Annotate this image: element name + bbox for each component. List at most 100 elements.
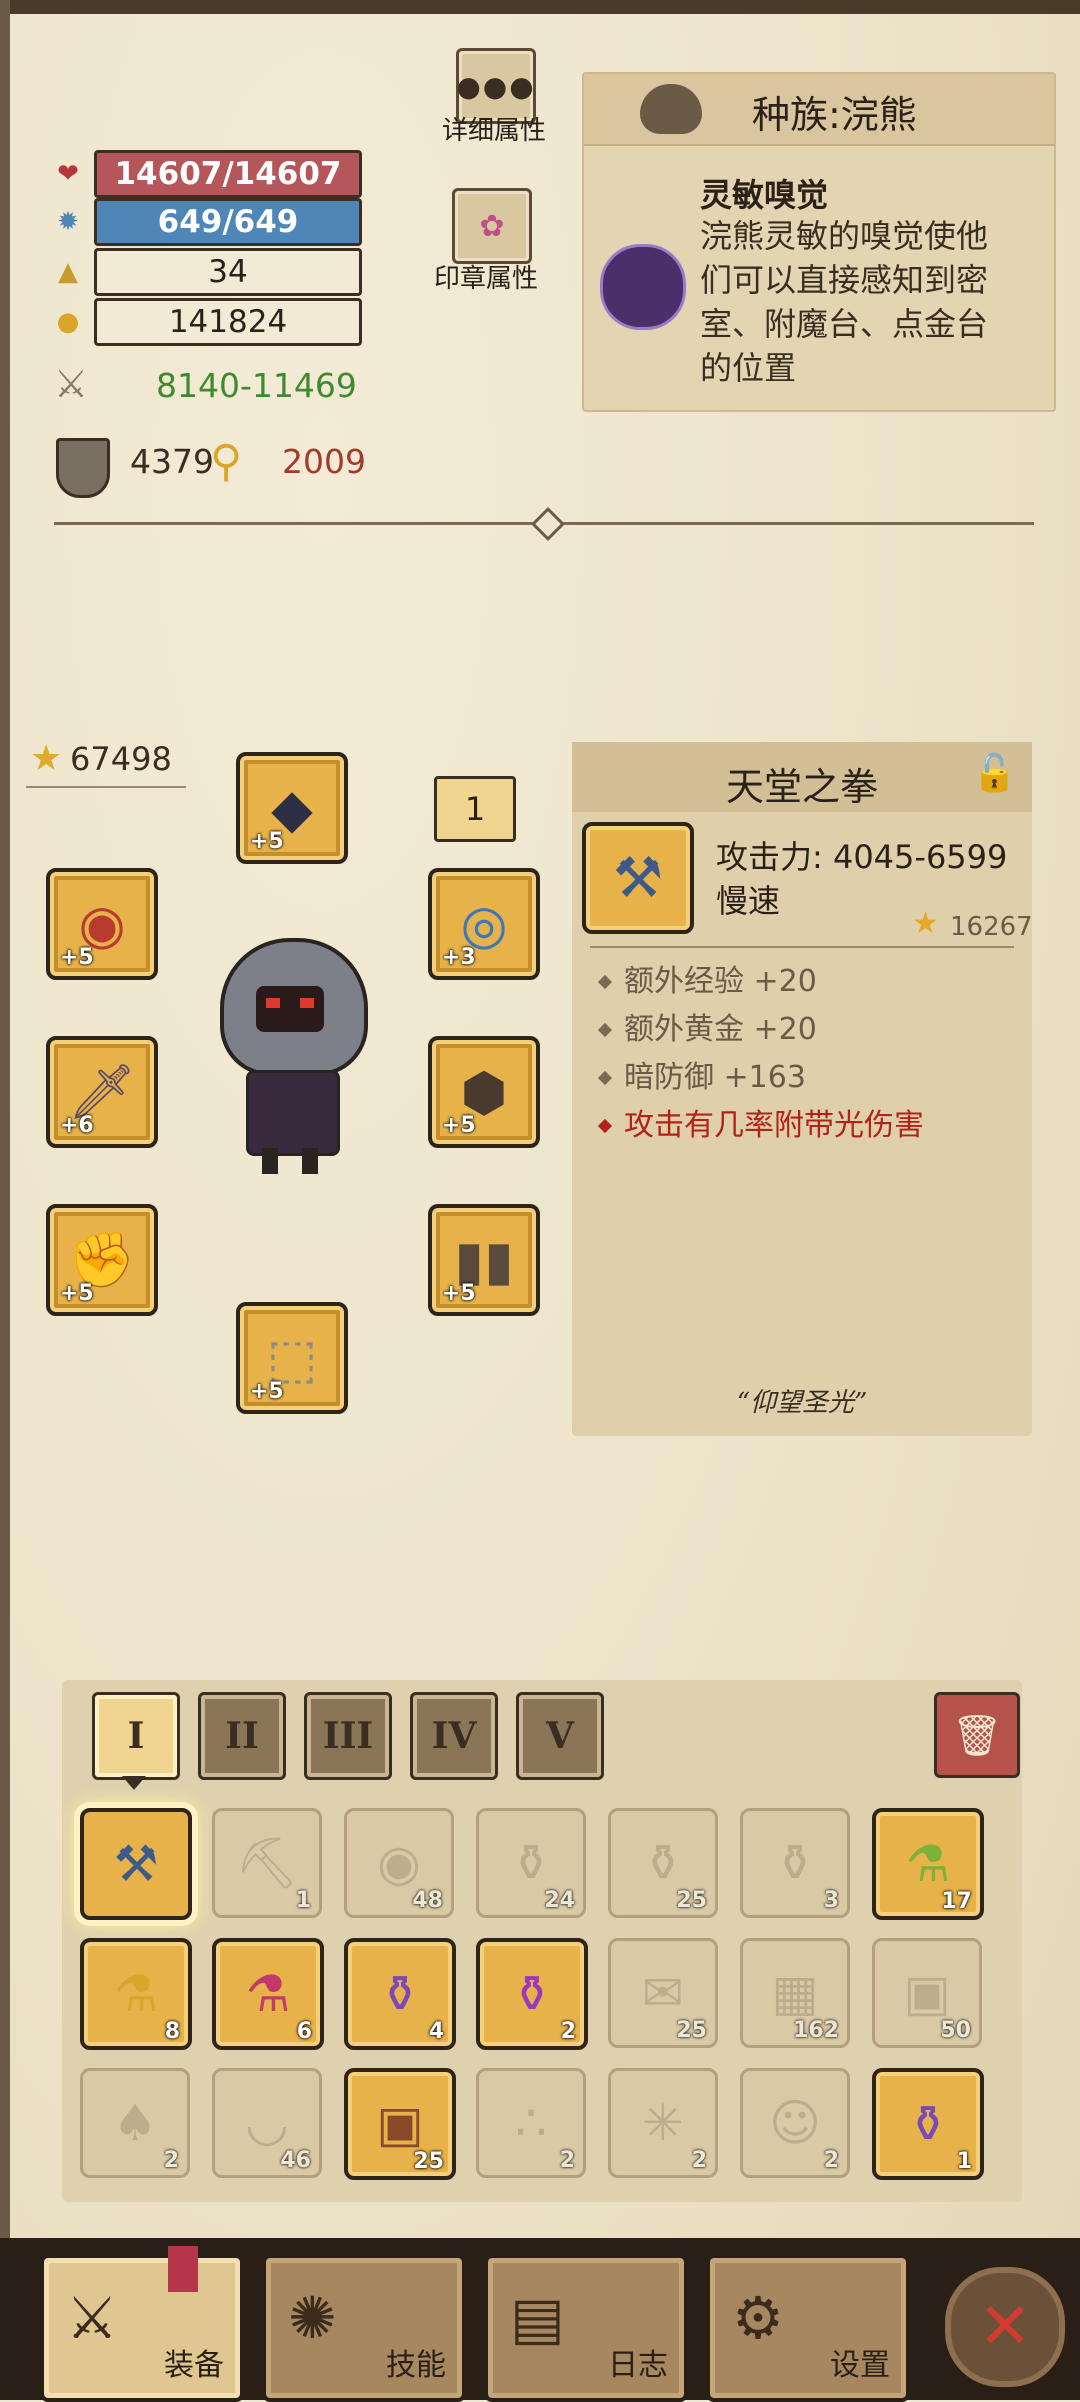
ability-icon bbox=[600, 244, 686, 330]
tab-page-2[interactable]: II bbox=[198, 1692, 286, 1780]
ability-desc: 浣熊灵敏的嗅觉使他们可以直接感知到密室、附魔台、点金台的位置 bbox=[700, 217, 989, 387]
close-button[interactable]: ✕ bbox=[940, 2262, 1070, 2392]
bowl-icon: ◡ bbox=[245, 2094, 289, 2152]
skill-compass-icon: ✺ bbox=[288, 2284, 337, 2352]
inventory-slot[interactable]: ▣ 25 bbox=[344, 2068, 456, 2180]
tab-page-3[interactable]: III bbox=[304, 1692, 392, 1780]
item-prop-gold: 额外黄金 +20 bbox=[597, 1004, 817, 1048]
mp-bar: 649/649 bbox=[94, 198, 362, 246]
detail-attrs-label[interactable]: 详细属性 bbox=[424, 110, 564, 147]
item-count: 2 bbox=[163, 2148, 179, 2173]
inventory-slot[interactable]: ⚱ 3 bbox=[740, 1808, 850, 1918]
inventory-slot[interactable]: ⚱ 2 bbox=[476, 1938, 588, 2050]
doll-icon: ☺ bbox=[768, 2094, 822, 2152]
item-count: 46 bbox=[280, 2148, 311, 2173]
inventory-slot[interactable]: ☺ 2 bbox=[740, 2068, 850, 2178]
gear-score-star-icon: ★ bbox=[30, 738, 63, 779]
inventory-slot[interactable]: ▦ 162 bbox=[740, 1938, 850, 2048]
ring-level: +3 bbox=[442, 945, 476, 970]
item-count: 2 bbox=[691, 2148, 707, 2173]
nav-log-label: 日志 bbox=[608, 2348, 668, 2383]
item-count: 1 bbox=[956, 2149, 972, 2174]
nav-skills-label: 技能 bbox=[386, 2348, 446, 2383]
unlock-icon[interactable]: 🔓 bbox=[972, 752, 1018, 798]
legs-slot[interactable]: ▮▮ +5 bbox=[428, 1204, 540, 1316]
axe-icon: ⚔ bbox=[66, 2284, 118, 2352]
treasure-chest-icon: ▣ bbox=[376, 2095, 424, 2153]
race-header: 种族:浣熊 bbox=[584, 74, 1054, 146]
inventory-slot[interactable]: ⚱ 1 bbox=[872, 2068, 984, 2180]
armor-value: 4379 bbox=[130, 442, 214, 481]
heart-icon: ❤ bbox=[57, 159, 79, 189]
item-count: 2 bbox=[559, 2148, 575, 2173]
item-count: 25 bbox=[676, 2018, 707, 2043]
inventory-slot[interactable]: ◉ 48 bbox=[344, 1808, 454, 1918]
hammer-icon: ⚒ bbox=[582, 822, 694, 934]
seal-attrs-button[interactable]: ✿ bbox=[452, 188, 532, 264]
nav-equip-label: 装备 bbox=[164, 2348, 224, 2383]
tab-page-5[interactable]: V bbox=[516, 1692, 604, 1780]
left-border bbox=[0, 0, 10, 2400]
weapon-level: +6 bbox=[60, 1113, 94, 1138]
gear-icon: ⚙ bbox=[732, 2284, 784, 2352]
item-count: 1 bbox=[295, 1888, 311, 1913]
item-speed: 慢速 bbox=[716, 882, 781, 920]
item-divider bbox=[590, 946, 1014, 948]
nav-skills-button[interactable]: ✺ 技能 bbox=[262, 2254, 466, 2402]
item-count: 162 bbox=[793, 2018, 839, 2043]
nav-settings-button[interactable]: ⚙ 设置 bbox=[706, 2254, 910, 2402]
stone-icon: ▦ bbox=[771, 1964, 819, 2022]
ring-slot[interactable]: ◎ +3 bbox=[428, 868, 540, 980]
magic-resist-value: 2009 bbox=[282, 442, 366, 481]
nav-equip-button[interactable]: ⚔ 装备 bbox=[40, 2246, 244, 2402]
active-tab-pointer bbox=[122, 1776, 146, 1790]
boots-level: +5 bbox=[250, 1379, 284, 1404]
seal-attrs-label[interactable]: 印章属性 bbox=[416, 258, 556, 295]
weapon-slot[interactable]: 🗡 +6 bbox=[46, 1036, 158, 1148]
item-score: 16267 bbox=[950, 912, 1033, 942]
inventory-slot[interactable]: ∴ 2 bbox=[476, 2068, 586, 2178]
inventory-slot[interactable]: ✳ 2 bbox=[608, 2068, 718, 2178]
gold-value: 141824 bbox=[94, 298, 362, 346]
inventory-slot[interactable]: ⚗ 6 bbox=[212, 1938, 324, 2050]
tab-page-1[interactable]: I bbox=[92, 1692, 180, 1780]
trash-icon[interactable]: 🗑 bbox=[934, 1692, 1020, 1778]
gloves-slot[interactable]: ✊ +5 bbox=[46, 1204, 158, 1316]
level-value: 34 bbox=[94, 248, 362, 296]
inventory-slot[interactable]: ✉ 25 bbox=[608, 1938, 718, 2048]
inventory-slot[interactable]: ◡ 46 bbox=[212, 2068, 322, 2178]
inventory-slot[interactable]: ⚱ 4 bbox=[344, 1938, 456, 2050]
item-count: 4 bbox=[428, 2019, 444, 2044]
ellipsis-icon: ●●● bbox=[456, 69, 536, 103]
inventory-slot[interactable]: ▣ 50 bbox=[872, 1938, 982, 2048]
hero-eye-right bbox=[300, 998, 314, 1008]
item-count: 50 bbox=[940, 2018, 971, 2043]
mana-gear-icon: ✹ bbox=[57, 207, 79, 237]
inventory-slot[interactable]: ⚱ 24 bbox=[476, 1808, 586, 1918]
inventory-slot[interactable]: ♠ 2 bbox=[80, 2068, 190, 2178]
amulet-count-badge[interactable]: 1 bbox=[434, 776, 516, 842]
inventory-slot[interactable]: ⛏ 1 bbox=[212, 1808, 322, 1918]
amulet-slot[interactable]: ◉ +5 bbox=[46, 868, 158, 980]
item-quote: “仰望圣光” bbox=[736, 1388, 868, 1418]
boots-slot[interactable]: ⬚ +5 bbox=[236, 1302, 348, 1414]
attack-value: 8140-11469 bbox=[156, 366, 357, 405]
item-count: 25 bbox=[413, 2149, 444, 2174]
inventory-slot[interactable]: ⚗ 8 bbox=[80, 1938, 192, 2050]
teal-potion-icon: ⚱ bbox=[642, 1834, 684, 1892]
tab-page-4[interactable]: IV bbox=[410, 1692, 498, 1780]
nav-log-button[interactable]: ▤ 日志 bbox=[484, 2254, 688, 2402]
level-triangle-icon: ▲ bbox=[58, 257, 78, 287]
helmet-level: +5 bbox=[250, 829, 284, 854]
inventory-slot[interactable]: ⚗ 17 bbox=[872, 1808, 984, 1920]
hero-visor bbox=[256, 986, 324, 1032]
ability-name: 灵敏嗅觉 bbox=[700, 176, 829, 214]
helmet-slot[interactable]: ◆ +5 bbox=[236, 752, 348, 864]
inventory-slot[interactable]: ⚒ bbox=[80, 1808, 192, 1920]
legs-level: +5 bbox=[442, 1281, 476, 1306]
chest-slot[interactable]: ⬢ +5 bbox=[428, 1036, 540, 1148]
gold-coins-icon: ● bbox=[56, 307, 80, 337]
inventory-slot[interactable]: ⚱ 25 bbox=[608, 1808, 718, 1918]
raccoon-icon bbox=[640, 84, 702, 134]
race-panel: 种族:浣熊 灵敏嗅觉 浣熊灵敏的嗅觉使他们可以直接感知到密室、附魔台、点金台的位… bbox=[582, 72, 1056, 412]
